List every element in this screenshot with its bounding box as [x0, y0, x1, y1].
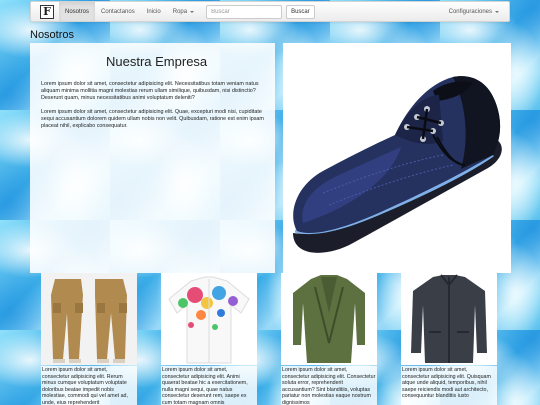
nav-dropdown-ropa-label: Ropa — [172, 8, 188, 15]
product-card: Lorem ipsum dolor sit amet, consectetur … — [401, 273, 497, 405]
shoe-icon — [293, 76, 502, 253]
nav-link-contactanos[interactable]: Contactanos — [95, 2, 141, 21]
cardigan-image — [281, 273, 377, 365]
shoe-image — [283, 43, 511, 273]
search-button[interactable]: Buscar — [286, 4, 315, 19]
brand-logo[interactable]: F — [35, 2, 59, 21]
product-card: Lorem ipsum dolor sit amet, consectetur … — [41, 273, 137, 405]
about-panel: Nuestra Empresa Lorem ipsum dolor sit am… — [30, 43, 275, 273]
jacket-image — [401, 273, 497, 365]
product-description: Lorem ipsum dolor sit amet, consectetur … — [281, 366, 377, 405]
nav-dropdown-configuraciones[interactable]: Configuraciones — [443, 2, 509, 21]
product-description: Lorem ipsum dolor sit amet, consectetur … — [161, 366, 257, 405]
caret-down-icon — [190, 10, 195, 13]
nav-dropdown-ropa[interactable]: Ropa — [167, 2, 200, 21]
company-heading: Nuestra Empresa — [106, 54, 208, 69]
caret-down-icon — [495, 10, 499, 13]
nav-link-nosotros[interactable]: Nosotros — [59, 2, 96, 21]
search-input[interactable] — [206, 4, 283, 19]
navbar: F Nosotros Contactanos Inicio Ropa Busca… — [30, 1, 510, 22]
about-paragraph: Lorem ipsum dolor sit amet, consectetur … — [41, 109, 264, 130]
brand-logo-icon: F — [40, 4, 54, 19]
pants-image — [41, 273, 137, 365]
nav-dropdown-configuraciones-label: Configuraciones — [448, 8, 492, 15]
nav-link-inicio[interactable]: Inicio — [141, 2, 167, 21]
product-card: Lorem ipsum dolor sit amet, consectetur … — [161, 273, 257, 405]
shirt-image — [161, 273, 257, 365]
page-title: Nosotros — [30, 29, 75, 41]
about-paragraph: Lorem ipsum dolor sit amet, consectetur … — [41, 81, 259, 102]
product-description: Lorem ipsum dolor sit amet, consectetur … — [41, 366, 137, 405]
product-description: Lorem ipsum dolor sit amet, consectetur … — [401, 366, 497, 405]
product-card: Lorem ipsum dolor sit amet, consectetur … — [281, 273, 377, 405]
